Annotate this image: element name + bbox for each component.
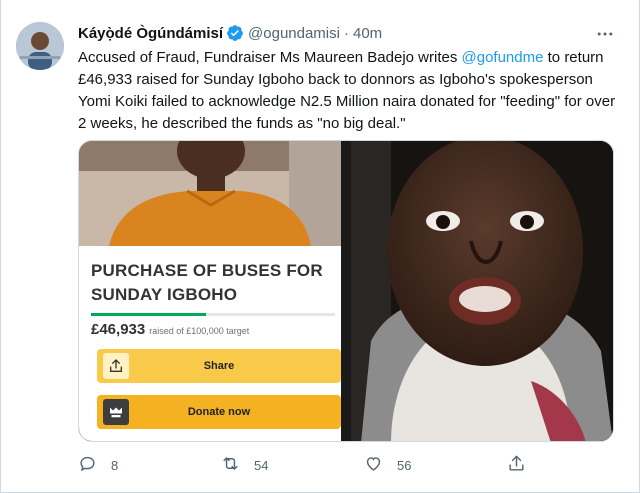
retweet-button[interactable]: 54 xyxy=(221,453,268,477)
mention-link[interactable]: @gofundme xyxy=(462,49,544,66)
like-icon xyxy=(364,454,383,476)
amount-raised: £46,933 xyxy=(91,321,146,338)
tweet-card[interactable]: Káyọ̀dé Ògúndámisí @ogundamisi · 40m Acc… xyxy=(0,0,640,493)
share-button-label: Share xyxy=(203,360,235,372)
author-display-name[interactable]: Káyọ̀dé Ògúndámisí xyxy=(78,25,223,42)
share-tweet-button[interactable] xyxy=(507,453,526,477)
author-handle[interactable]: @ogundamisi xyxy=(248,25,340,42)
tweet-text: Accused of Fraud, Fundraiser Ms Maureen … xyxy=(78,47,618,135)
media-divider xyxy=(341,141,351,441)
upload-icon xyxy=(103,353,129,379)
donate-button[interactable]: Donate now xyxy=(97,395,341,429)
campaign-title: PURCHASE OF BUSES FOR SUNDAY IGBOHO xyxy=(91,261,323,304)
gofundme-logo-icon xyxy=(103,399,129,425)
progress-bar-fill xyxy=(91,313,206,316)
action-bar: 8 54 56 xyxy=(78,453,538,477)
like-button[interactable]: 56 xyxy=(364,453,411,477)
avatar-photo-icon xyxy=(16,22,64,70)
timestamp[interactable]: 40m xyxy=(353,25,382,42)
target-text: raised of £100,000 target xyxy=(149,326,250,336)
tweet-text-part1: Accused of Fraud, Fundraiser Ms Maureen … xyxy=(78,49,462,66)
donate-button-label: Donate now xyxy=(187,406,251,418)
reply-icon xyxy=(78,454,97,476)
tweet-media[interactable]: PURCHASE OF BUSES FOR SUNDAY IGBOHO £46,… xyxy=(78,140,614,442)
campaign-photo xyxy=(79,141,347,246)
share-button[interactable]: Share xyxy=(97,349,341,383)
share-icon xyxy=(507,454,526,476)
gofundme-screenshot[interactable]: PURCHASE OF BUSES FOR SUNDAY IGBOHO £46,… xyxy=(79,141,347,441)
amount-row: £46,933 raised of £100,000 target xyxy=(91,321,249,338)
tweet-header: Káyọ̀dé Ògúndámisí @ogundamisi · 40m xyxy=(78,22,382,44)
video-still[interactable] xyxy=(351,141,613,441)
like-count: 56 xyxy=(397,457,412,473)
reply-count: 8 xyxy=(111,457,119,473)
separator-dot: · xyxy=(343,24,349,42)
verified-badge-icon xyxy=(226,24,244,42)
woman-speaking-image xyxy=(351,141,613,441)
retweet-count: 54 xyxy=(254,457,269,473)
more-options-icon[interactable] xyxy=(595,24,615,44)
retweet-icon xyxy=(221,454,240,476)
reply-button[interactable]: 8 xyxy=(78,453,118,477)
progress-bar xyxy=(91,313,335,316)
avatar[interactable] xyxy=(16,22,64,70)
